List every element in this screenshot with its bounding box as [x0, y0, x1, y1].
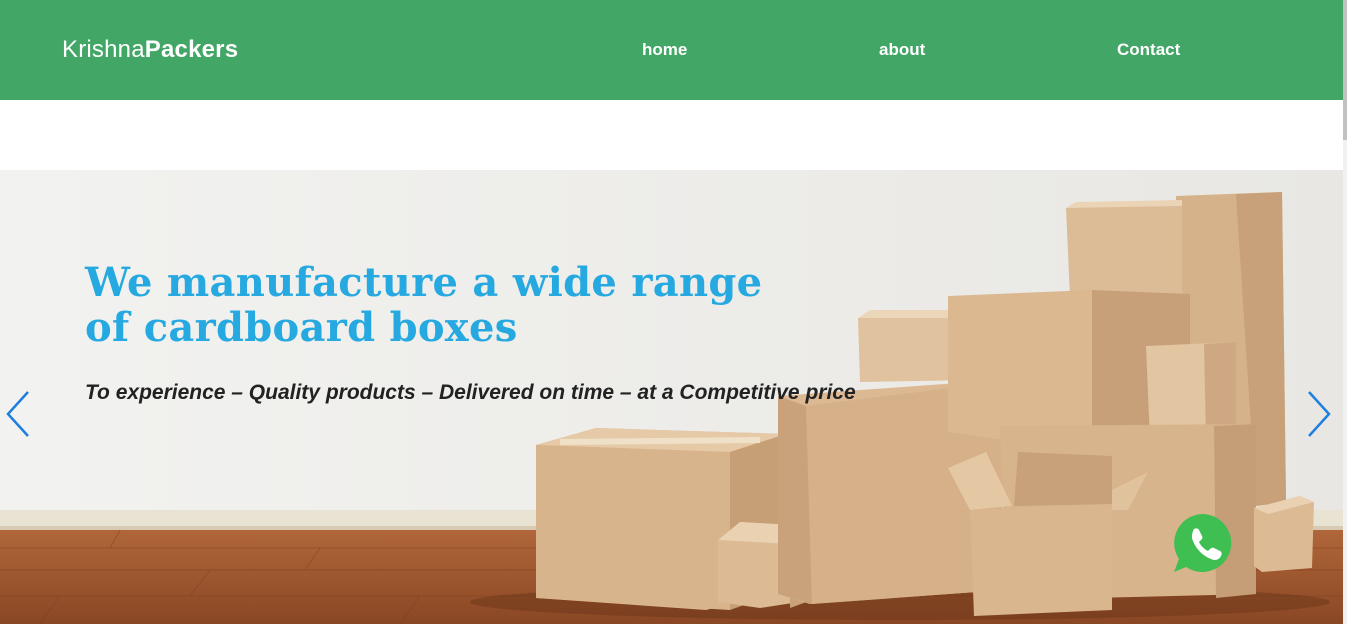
nav-about[interactable]: about: [879, 40, 925, 60]
nav-home[interactable]: home: [642, 40, 687, 60]
chevron-right-icon: [1308, 391, 1331, 437]
hero-title: We manufacture a wide range of cardboard…: [85, 259, 763, 351]
brand-name-light: Krishna: [62, 36, 145, 63]
whatsapp-icon: [1174, 514, 1232, 572]
brand-name-bold: Packers: [144, 36, 239, 63]
nav-contact[interactable]: Contact: [1117, 40, 1180, 60]
hero-subtitle: To experience – Quality products – Deliv…: [85, 381, 856, 404]
chevron-left-icon: [6, 391, 29, 437]
slider-next-button[interactable]: [1305, 390, 1335, 438]
hero-slider: We manufacture a wide range of cardboard…: [0, 170, 1343, 624]
page: KrishnaPackers home about Contact We man…: [0, 0, 1347, 624]
page-scrollbar[interactable]: [1343, 0, 1347, 624]
site-header: KrishnaPackers home about Contact: [0, 0, 1343, 100]
slider-prev-button[interactable]: [4, 390, 34, 438]
scrollbar-thumb[interactable]: [1343, 0, 1347, 140]
whatsapp-button[interactable]: [1172, 512, 1234, 574]
brand-logo[interactable]: KrishnaPackers: [62, 36, 238, 64]
